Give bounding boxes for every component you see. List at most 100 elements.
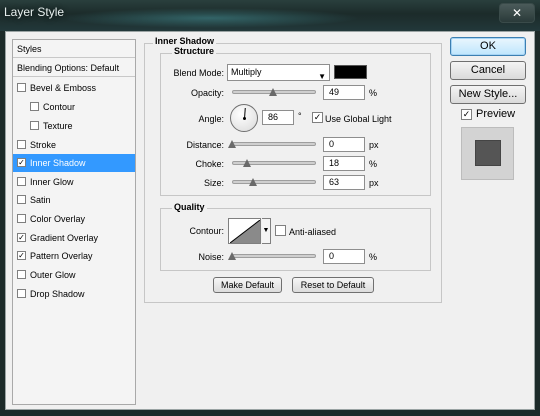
noise-slider-thumb[interactable] bbox=[228, 252, 236, 260]
gradient-overlay-checkbox[interactable]: ✓ bbox=[17, 233, 26, 242]
style-item-contour[interactable]: Contour bbox=[13, 98, 135, 116]
contour-label: Contour: bbox=[189, 226, 224, 236]
texture-checkbox[interactable] bbox=[30, 121, 39, 130]
style-preview-swatch bbox=[475, 140, 501, 166]
distance-label: Distance: bbox=[186, 140, 224, 150]
angle-input[interactable]: 86 bbox=[262, 110, 294, 125]
style-item-drop-shadow[interactable]: Drop Shadow bbox=[13, 285, 135, 303]
choke-label: Choke: bbox=[195, 159, 224, 169]
distance-slider-thumb[interactable] bbox=[228, 140, 236, 148]
angle-label: Angle: bbox=[198, 114, 224, 124]
color-overlay-checkbox[interactable] bbox=[17, 214, 26, 223]
ok-label: OK bbox=[480, 40, 496, 52]
opacity-input[interactable]: 49 bbox=[323, 85, 365, 100]
opacity-value: 49 bbox=[329, 87, 340, 97]
style-item-inner-glow[interactable]: Inner Glow bbox=[13, 173, 135, 191]
shadow-color-swatch[interactable] bbox=[334, 65, 367, 79]
choke-slider-thumb[interactable] bbox=[243, 159, 252, 167]
anti-aliased-checkbox[interactable] bbox=[275, 225, 286, 236]
blending-options-label: Blending Options: Default bbox=[17, 63, 120, 73]
style-item-gradient-overlay[interactable]: ✓ Gradient Overlay bbox=[13, 229, 135, 247]
close-button[interactable]: ✕ bbox=[499, 3, 535, 23]
choke-value: 18 bbox=[329, 158, 340, 168]
styles-header-label: Styles bbox=[17, 44, 42, 54]
size-label: Size: bbox=[203, 178, 224, 188]
choke-input[interactable]: 18 bbox=[323, 156, 365, 171]
cancel-label: Cancel bbox=[470, 64, 506, 76]
angle-value: 86 bbox=[268, 112, 279, 122]
style-item-label: Drop Shadow bbox=[30, 289, 85, 299]
style-item-label: Pattern Overlay bbox=[30, 251, 93, 261]
contour-checkbox[interactable] bbox=[30, 102, 39, 111]
structure-title: Structure bbox=[172, 46, 217, 56]
style-item-label: Bevel & Emboss bbox=[30, 83, 97, 93]
style-item-pattern-overlay[interactable]: ✓ Pattern Overlay bbox=[13, 247, 135, 265]
distance-unit: px bbox=[369, 140, 379, 150]
quality-title: Quality bbox=[172, 202, 207, 212]
blend-mode-value: Multiply bbox=[231, 67, 262, 77]
bevel-emboss-checkbox[interactable] bbox=[17, 83, 26, 92]
window-title: Layer Style bbox=[4, 5, 65, 19]
blending-options-item[interactable]: Blending Options: Default bbox=[13, 59, 135, 77]
satin-checkbox[interactable] bbox=[17, 195, 26, 204]
style-item-label: Contour bbox=[43, 102, 76, 112]
ok-button[interactable]: OK bbox=[450, 37, 526, 56]
angle-unit: ° bbox=[298, 111, 302, 121]
choke-unit: % bbox=[369, 159, 378, 169]
reset-to-default-button[interactable]: Reset to Default bbox=[292, 277, 374, 293]
size-slider-track[interactable] bbox=[232, 180, 316, 184]
style-item-stroke[interactable]: Stroke bbox=[13, 136, 135, 154]
style-item-label: Gradient Overlay bbox=[30, 233, 99, 243]
stroke-checkbox[interactable] bbox=[17, 140, 26, 149]
distance-input[interactable]: 0 bbox=[323, 137, 365, 152]
angle-dial-center bbox=[243, 117, 246, 120]
size-value: 63 bbox=[329, 177, 340, 187]
style-item-label: Inner Glow bbox=[30, 177, 74, 187]
distance-slider-track[interactable] bbox=[232, 142, 316, 146]
contour-dropdown-button[interactable]: ▼ bbox=[262, 218, 271, 244]
contour-curve-icon bbox=[230, 220, 260, 243]
cancel-button[interactable]: Cancel bbox=[450, 61, 526, 80]
noise-slider-track[interactable] bbox=[232, 254, 316, 258]
inner-shadow-checkbox[interactable]: ✓ bbox=[17, 158, 26, 167]
blend-mode-select[interactable]: Multiply ▼ bbox=[227, 64, 330, 81]
style-item-inner-shadow[interactable]: ✓ Inner Shadow bbox=[13, 154, 135, 172]
anti-aliased-label: Anti-aliased bbox=[289, 227, 337, 237]
style-item-label: Outer Glow bbox=[30, 270, 76, 280]
pattern-overlay-checkbox[interactable]: ✓ bbox=[17, 251, 26, 260]
make-default-button[interactable]: Make Default bbox=[213, 277, 282, 293]
inner-glow-checkbox[interactable] bbox=[17, 177, 26, 186]
outer-glow-checkbox[interactable] bbox=[17, 270, 26, 279]
close-icon: ✕ bbox=[511, 6, 523, 20]
preview-label: Preview bbox=[476, 108, 516, 120]
use-global-light-label: Use Global Light bbox=[325, 114, 392, 124]
style-item-bevel-emboss[interactable]: Bevel & Emboss bbox=[13, 79, 135, 97]
drop-shadow-checkbox[interactable] bbox=[17, 289, 26, 298]
style-item-satin[interactable]: Satin bbox=[13, 191, 135, 209]
styles-list: Styles Blending Options: Default Bevel &… bbox=[12, 39, 136, 405]
style-item-label: Inner Shadow bbox=[30, 158, 86, 168]
chevron-down-icon: ▼ bbox=[262, 227, 270, 234]
blend-mode-label: Blend Mode: bbox=[173, 68, 224, 78]
use-global-light-checkbox[interactable]: ✓ bbox=[312, 112, 323, 123]
distance-value: 0 bbox=[329, 139, 335, 149]
noise-value: 0 bbox=[329, 251, 335, 261]
inner-shadow-title: Inner Shadow bbox=[153, 36, 217, 46]
size-input[interactable]: 63 bbox=[323, 175, 365, 190]
style-item-texture[interactable]: Texture bbox=[13, 117, 135, 135]
contour-picker[interactable] bbox=[228, 218, 261, 244]
angle-dial[interactable] bbox=[230, 104, 258, 132]
style-item-color-overlay[interactable]: Color Overlay bbox=[13, 210, 135, 228]
size-slider-thumb[interactable] bbox=[249, 178, 257, 186]
reset-to-default-label: Reset to Default bbox=[300, 280, 366, 290]
title-bar-glow bbox=[60, 8, 360, 28]
chevron-down-icon: ▼ bbox=[318, 72, 326, 81]
styles-header[interactable]: Styles bbox=[13, 40, 135, 58]
new-style-button[interactable]: New Style... bbox=[450, 85, 526, 104]
make-default-label: Make Default bbox=[220, 280, 275, 290]
opacity-slider-thumb[interactable] bbox=[269, 88, 278, 96]
noise-input[interactable]: 0 bbox=[323, 249, 365, 264]
style-item-outer-glow[interactable]: Outer Glow bbox=[13, 266, 135, 284]
preview-checkbox[interactable]: ✓ bbox=[461, 109, 472, 120]
opacity-unit: % bbox=[369, 88, 378, 98]
